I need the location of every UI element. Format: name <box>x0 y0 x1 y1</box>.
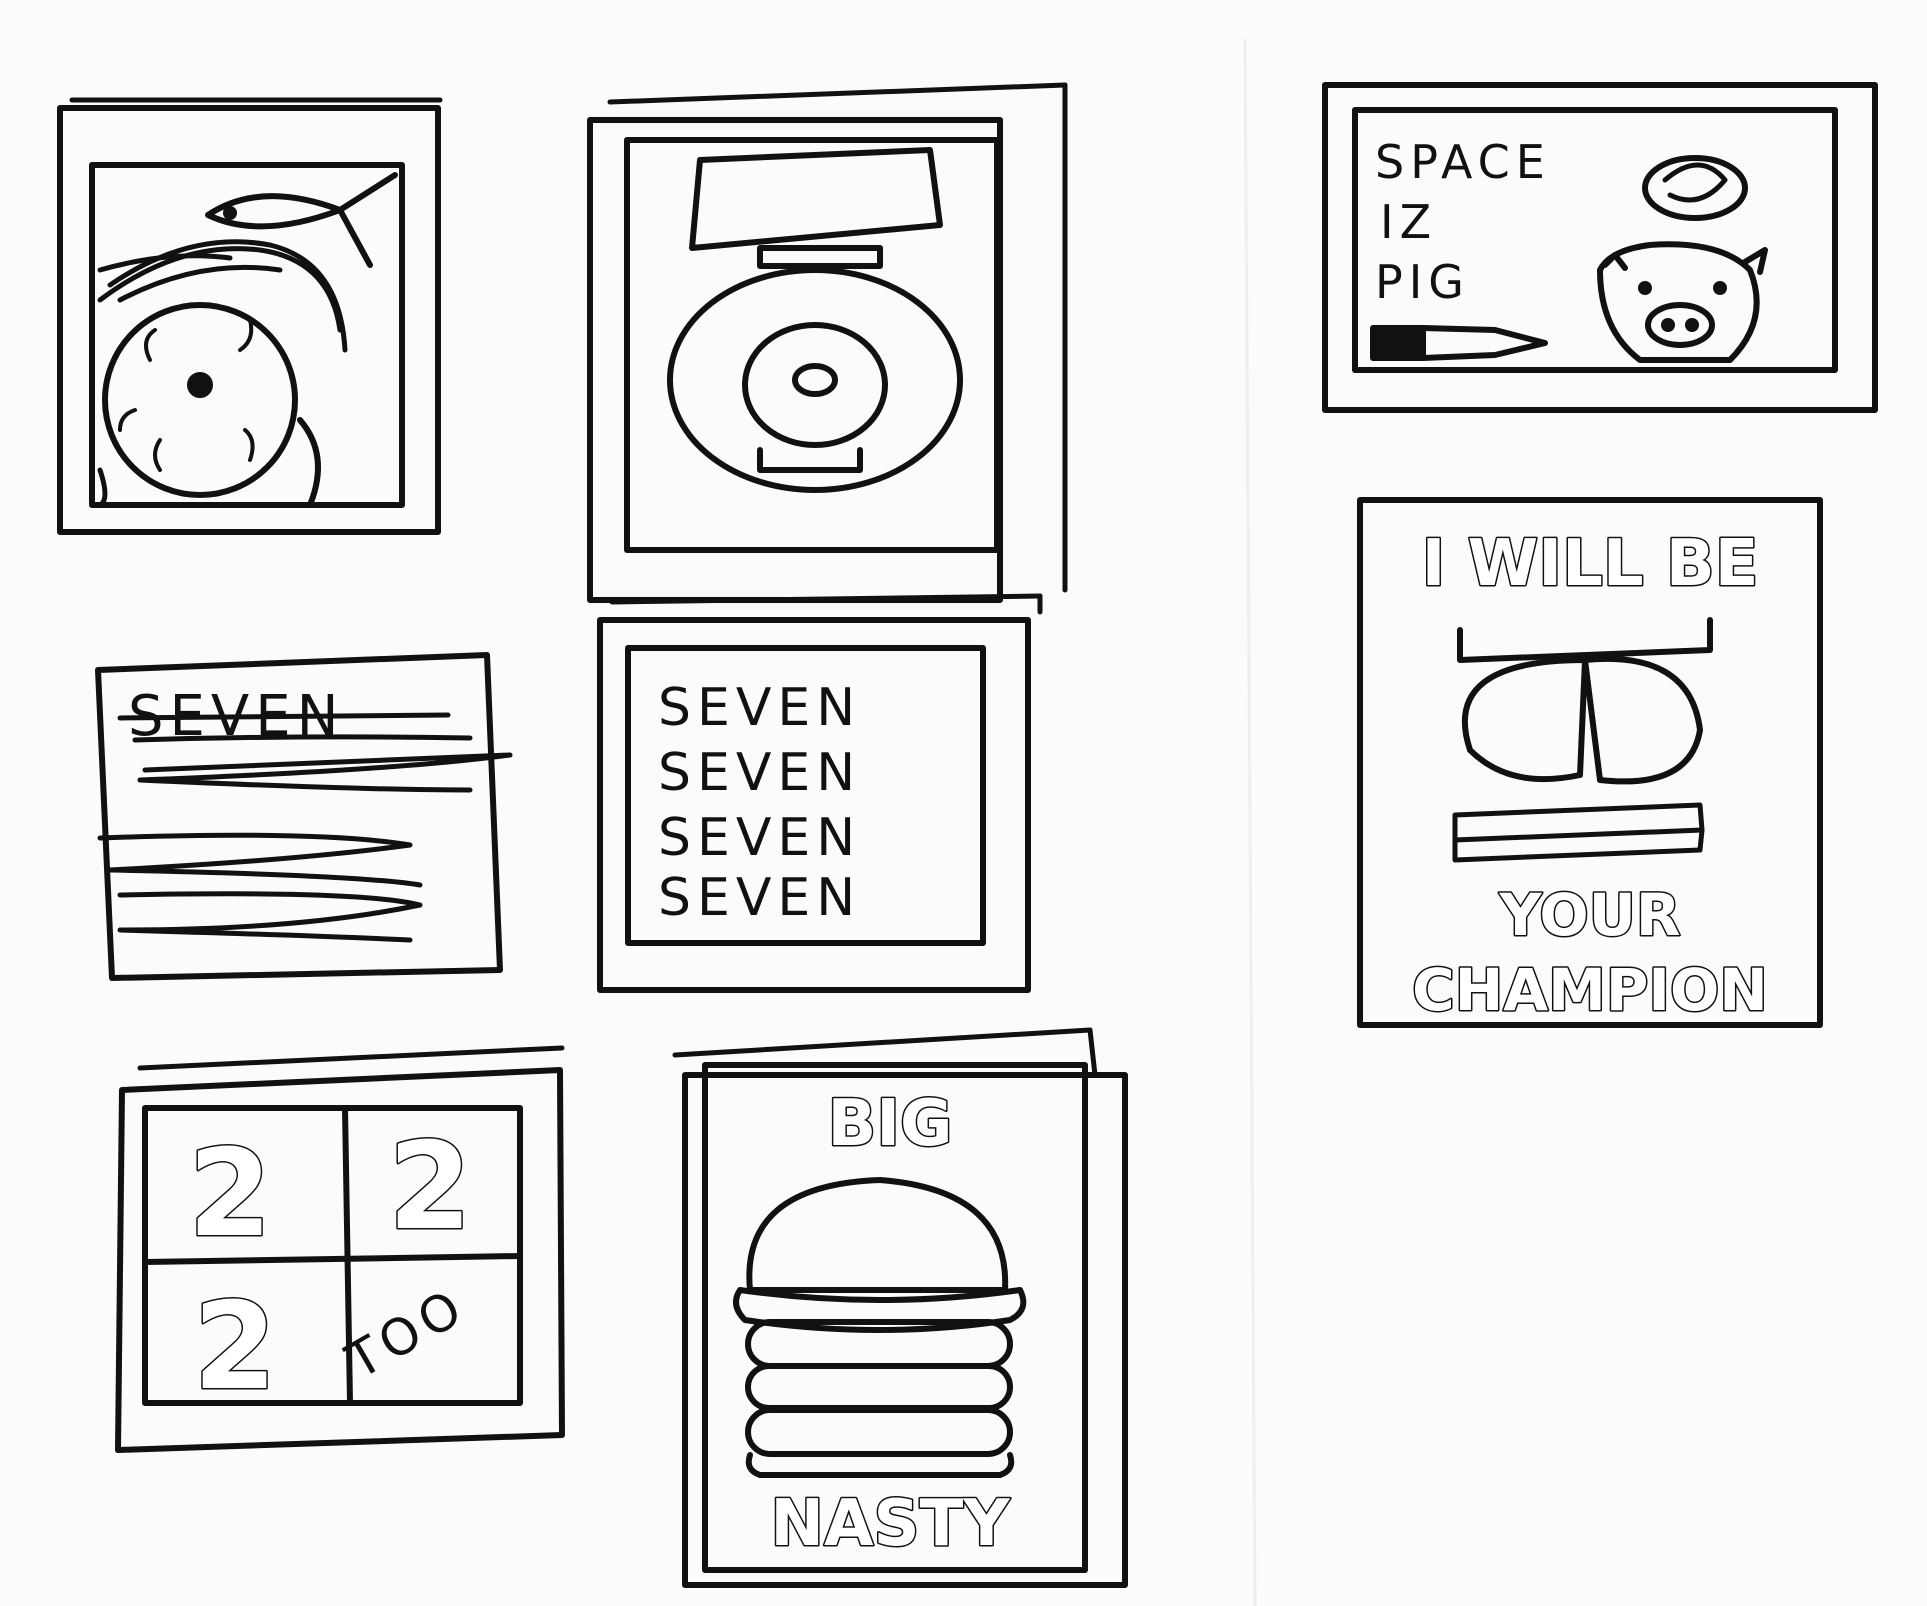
cheek-line <box>297 417 321 508</box>
champion-top-text: I WILL BE <box>1422 527 1759 601</box>
space-pig-line-2: IZ <box>1380 195 1437 249</box>
twos-cell-1: 2 <box>188 1125 272 1264</box>
space-pig-line-1: SPACE <box>1375 135 1551 189</box>
thumbnail-seven-list: SEVEN SEVEN SEVEN SEVEN <box>597 593 1043 993</box>
toilet-icon <box>667 147 963 493</box>
thumbnail-burger: BIG NASTY <box>672 1027 1128 1588</box>
buttocks-icon <box>1457 617 1713 785</box>
bench-icon <box>1452 802 1705 863</box>
thumbnail-champion: I WILL BE YOUR CHAMPION <box>1357 497 1823 1028</box>
seven-list-line-3: SEVEN <box>658 808 861 868</box>
paper-fold <box>1243 38 1257 1606</box>
champion-your-text: YOUR <box>1499 881 1681 949</box>
burger-bottom-text: NASTY <box>770 1487 1010 1561</box>
thumbnail-twos: 2 2 2 TOO <box>115 1045 565 1453</box>
twos-cell-4: TOO <box>336 1277 476 1391</box>
seven-list-line-2: SEVEN <box>658 743 861 803</box>
twos-cell-2: 2 <box>388 1118 472 1257</box>
champion-name-text: CHAMPION <box>1412 956 1768 1024</box>
pencil-icon <box>1370 325 1548 361</box>
twos-cell-3: 2 <box>193 1278 277 1417</box>
sketch-sheet: SPACE IZ PIG I WILL BE YOUR CHAMPION SEV… <box>57 38 1878 1606</box>
frame-outer <box>597 617 1031 993</box>
thumbnail-eye-fish <box>57 97 443 535</box>
thumbnail-toilet <box>587 82 1068 603</box>
seven-list-line-1: SEVEN <box>658 678 861 738</box>
thumbnail-seven-strike: SEVEN <box>95 652 513 981</box>
eye-icon <box>102 302 298 498</box>
seven-list-line-4: SEVEN <box>658 868 861 928</box>
thumbnail-space-pig: SPACE IZ PIG <box>1322 82 1878 413</box>
pig-icon <box>1597 241 1768 363</box>
planet-icon <box>1642 155 1748 221</box>
fish-icon <box>205 172 398 268</box>
scribble-lines <box>97 734 513 943</box>
burger-top-text: BIG <box>827 1087 952 1161</box>
frame-inner <box>89 162 405 508</box>
space-pig-line-3: PIG <box>1375 255 1470 309</box>
burger-icon <box>733 1177 1027 1478</box>
hair-scribble <box>97 239 348 353</box>
